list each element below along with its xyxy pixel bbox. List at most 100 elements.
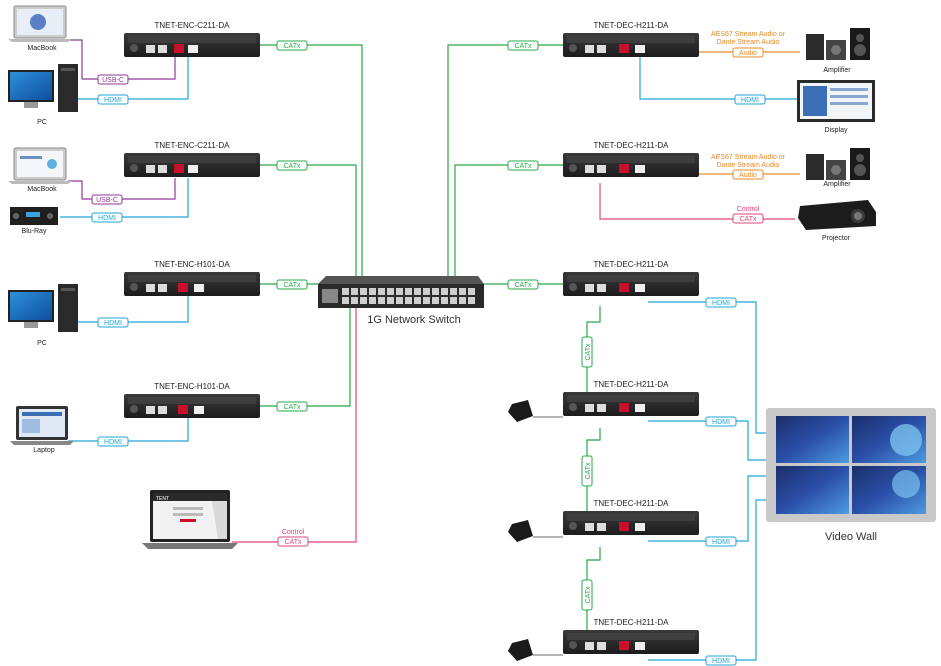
encoder-3-label: TNET-ENC-H101-DA <box>154 260 230 269</box>
encoder-1: TNET-ENC-C211-DA <box>124 21 260 57</box>
catx-tag-chain3: CATx <box>581 579 593 611</box>
decoder-3-label: TNET-DEC-H211-DA <box>594 260 670 269</box>
svg-text:Dante Stream Audio: Dante Stream Audio <box>717 162 780 169</box>
encoder-3: TNET-ENC-H101-DA <box>124 260 260 296</box>
svg-text:Audio: Audio <box>739 172 757 179</box>
svg-text:USB-C: USB-C <box>96 197 118 204</box>
hdmi-tag-laptop: HDMI <box>97 436 129 447</box>
svg-text:CATx: CATx <box>515 163 532 170</box>
macbook-1: MacBook <box>8 5 72 52</box>
laptop-icon: TENT <box>142 490 238 549</box>
svg-text:CATx: CATx <box>284 404 301 411</box>
catx-tag-dec3: CATx <box>507 279 539 290</box>
desktop-pc-icon <box>8 64 78 112</box>
catx-tag-dec2: CATx <box>507 160 539 171</box>
catx-tag-chain2: CATx <box>581 455 593 487</box>
laptop-icon <box>8 147 72 184</box>
decoder-4-label: TNET-DEC-H211-DA <box>594 380 670 389</box>
catx-line-enc4 <box>260 305 351 407</box>
decoder-6: TNET-DEC-H211-DA <box>563 618 699 654</box>
svg-text:Dante Stream Audio: Dante Stream Audio <box>717 39 780 46</box>
projector: Projector <box>798 200 876 242</box>
monitor-icon <box>797 80 875 122</box>
projector-label: Projector <box>822 235 851 242</box>
usbc-tag-2: USB-C <box>91 194 123 205</box>
catx-tag-enc2: CATx <box>276 160 308 171</box>
macbook-2-label: MacBook <box>27 186 57 193</box>
svg-text:HDMI: HDMI <box>712 658 730 665</box>
svg-text:HDMI: HDMI <box>741 97 759 104</box>
catx-tag-enc4: CATx <box>276 401 308 412</box>
hdmi-tag-wall-1: HDMI <box>705 297 737 308</box>
amplifier-1: Amplifier <box>806 28 870 74</box>
decoder-6-label: TNET-DEC-H211-DA <box>594 618 670 627</box>
cable-labels: CATx CATx CATx CATx CATx CATx CATx CATx … <box>91 31 786 666</box>
amplifier-icon <box>806 148 870 180</box>
usbc-tag-1: USB-C <box>97 74 129 85</box>
svg-text:HDMI: HDMI <box>712 300 730 307</box>
hdmi-tag-bluray: HDMI <box>91 212 123 223</box>
svg-text:Audio: Audio <box>739 50 757 57</box>
catx-tag-chain1: CATx <box>581 336 593 368</box>
display-label: Display <box>825 127 848 134</box>
hdmi-line-display <box>639 57 797 100</box>
video-wall: Video Wall <box>766 408 936 543</box>
catx-line-dec1 <box>447 44 563 278</box>
amplifier-icon <box>806 28 870 60</box>
svg-text:CATx: CATx <box>515 282 532 289</box>
svg-text:USB-C: USB-C <box>102 77 124 84</box>
amplifier-2-label: Amplifier <box>823 181 851 188</box>
bluray-player-icon <box>10 207 58 225</box>
ir-receiver-1 <box>508 400 533 422</box>
svg-text:Control: Control <box>737 206 760 213</box>
ir-receiver-2 <box>508 520 533 542</box>
switch-label: 1G Network Switch <box>367 314 461 326</box>
decoder-5: TNET-DEC-H211-DA <box>563 499 699 535</box>
svg-text:CATx: CATx <box>585 343 592 360</box>
display: Display <box>797 80 875 134</box>
pc-1-label: PC <box>37 119 47 126</box>
svg-text:CATx: CATx <box>585 586 592 603</box>
hdmi-line-bluray <box>60 178 189 218</box>
svg-text:HDMI: HDMI <box>712 419 730 426</box>
control-line <box>232 305 357 543</box>
catx-line-enc1 <box>260 44 363 278</box>
audio-tag-1: AES67 Stream Audio or Dante Stream Audio… <box>711 31 786 58</box>
hdmi-tag-display: HDMI <box>734 94 766 105</box>
decoder-3: TNET-DEC-H211-DA <box>563 260 699 296</box>
ir-receiver-3 <box>508 639 533 661</box>
encoder-2-label: TNET-ENC-C211-DA <box>155 141 231 150</box>
decoder-2-label: TNET-DEC-H211-DA <box>594 141 670 150</box>
amplifier-2: Amplifier <box>806 148 870 188</box>
svg-text:HDMI: HDMI <box>712 539 730 546</box>
hdmi-tag-wall-4: HDMI <box>705 655 737 666</box>
hdmi-tag-pc1: HDMI <box>97 94 129 105</box>
laptop-icon <box>8 5 72 42</box>
pc-2-label: PC <box>37 340 47 347</box>
catx-line-dec2 <box>454 164 563 278</box>
laptop-label: Laptop <box>33 447 55 454</box>
svg-text:CATx: CATx <box>285 539 302 546</box>
projector-icon <box>798 200 876 230</box>
amplifier-1-label: Amplifier <box>823 67 851 74</box>
encoder-2: TNET-ENC-C211-DA <box>124 141 260 177</box>
cables <box>60 39 800 661</box>
bluray: Blu-Ray <box>10 207 58 235</box>
decoder-4: TNET-DEC-H211-DA <box>563 380 699 416</box>
bluray-label: Blu-Ray <box>22 228 47 235</box>
decoder-5-label: TNET-DEC-H211-DA <box>594 499 670 508</box>
hdmi-line-pc2 <box>68 296 189 323</box>
control-tag-laptop: Control CATx <box>277 529 309 547</box>
hdmi-tag-wall-3: HDMI <box>705 536 737 547</box>
svg-text:CATx: CATx <box>284 43 301 50</box>
hdmi-tag-pc2: HDMI <box>97 317 129 328</box>
control-line-projector <box>599 183 795 220</box>
pc-1: PC <box>8 64 78 126</box>
network-diagram: TNET-ENC-C211-DA TNET-ENC-C211-DA TNET-E… <box>8 5 936 666</box>
decoder-1-label: TNET-DEC-H211-DA <box>594 21 670 30</box>
control-laptop: TENT <box>142 490 238 549</box>
pc-2: PC <box>8 284 78 347</box>
ir-receiver-icon <box>508 520 533 542</box>
encoder-4-label: TNET-ENC-H101-DA <box>154 382 230 391</box>
network-switch: 1G Network Switch <box>318 276 484 326</box>
